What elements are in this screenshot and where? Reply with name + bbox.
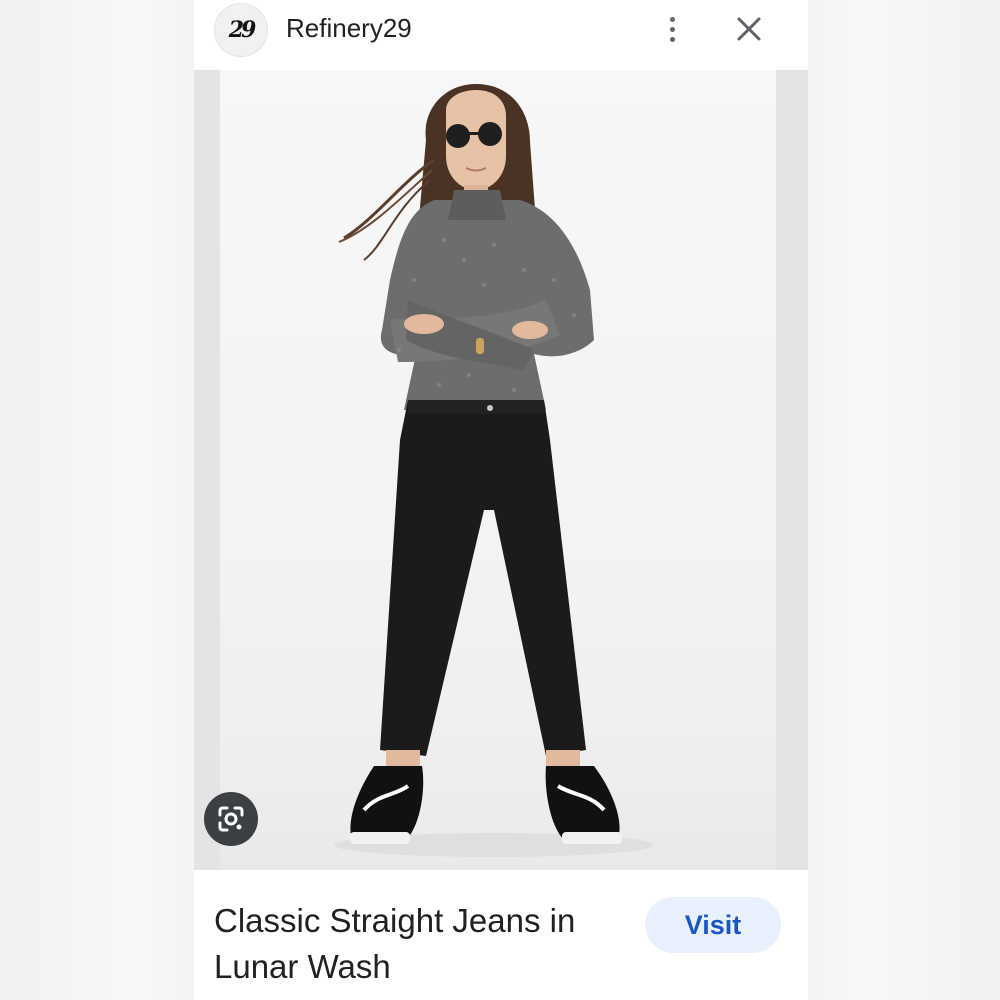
image-result-card: 29 Refinery29 Classic Straight Jeans in … bbox=[194, 0, 808, 1000]
site-logo-text: 29 bbox=[228, 17, 257, 43]
site-name[interactable]: Refinery29 bbox=[286, 13, 412, 44]
google-lens-icon bbox=[218, 806, 244, 832]
more-vert-icon-dot bbox=[669, 36, 675, 42]
close-button[interactable] bbox=[732, 12, 766, 46]
more-vert-icon-dot bbox=[669, 26, 675, 32]
result-title[interactable]: Classic Straight Jeans in Lunar Wash bbox=[214, 898, 634, 990]
more-vert-icon bbox=[669, 16, 675, 22]
site-logo[interactable]: 29 bbox=[214, 3, 268, 57]
left-background bbox=[0, 0, 194, 1000]
result-image[interactable] bbox=[194, 70, 808, 870]
close-icon bbox=[737, 17, 761, 41]
right-background bbox=[808, 0, 1000, 1000]
result-header: 29 Refinery29 bbox=[194, 0, 808, 66]
google-lens-button[interactable] bbox=[204, 792, 258, 846]
visit-button[interactable]: Visit bbox=[645, 897, 781, 953]
more-options-button[interactable] bbox=[656, 10, 688, 48]
model-photo bbox=[334, 84, 654, 857]
